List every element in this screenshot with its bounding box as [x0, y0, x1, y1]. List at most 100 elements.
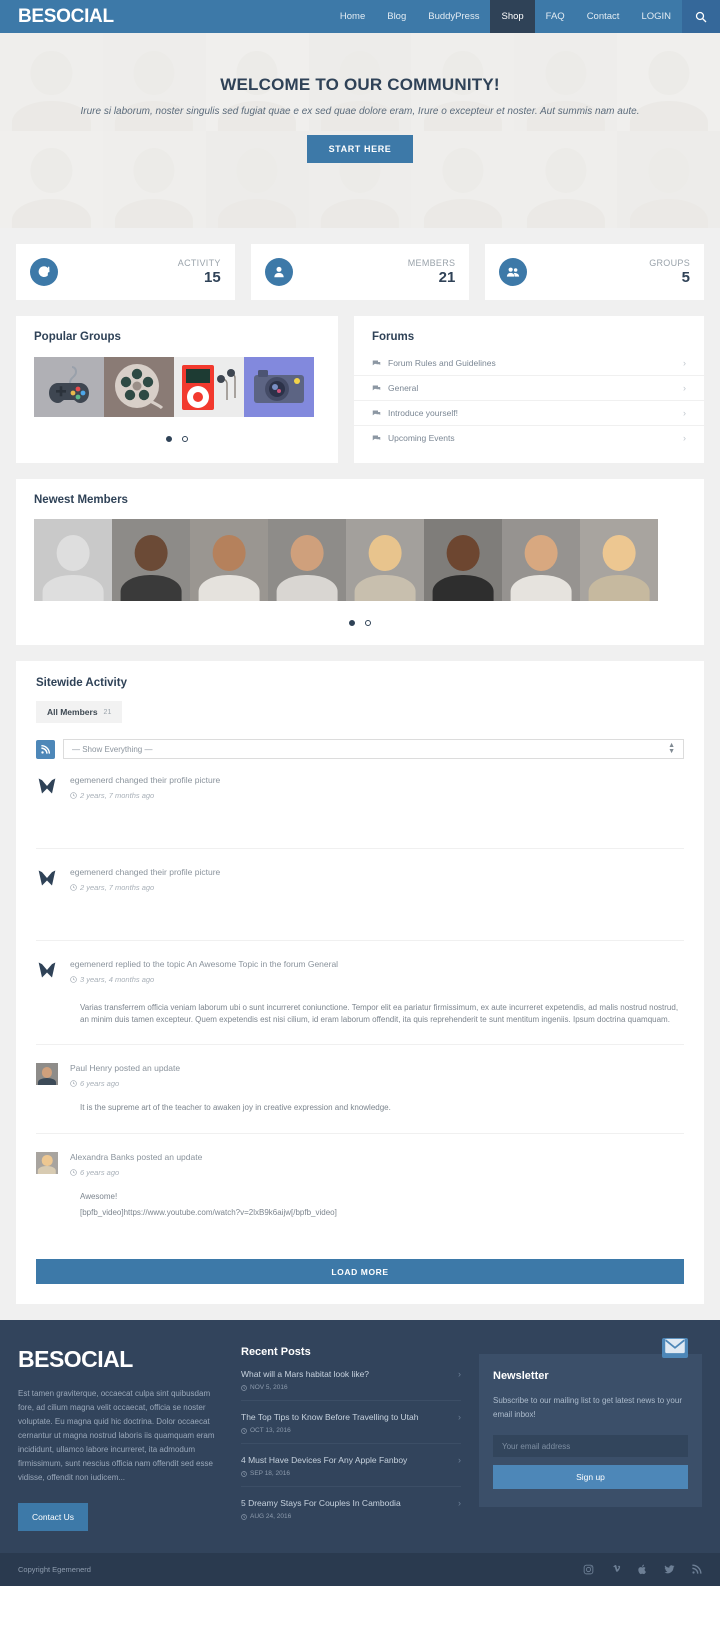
recent-post-date-text: SEP 18, 2016 — [250, 1470, 290, 1478]
activity-timestamp: 2 years, 7 months ago — [70, 791, 684, 800]
carousel-dot-1[interactable] — [165, 436, 172, 442]
nav-item-blog[interactable]: Blog — [376, 0, 417, 33]
forum-item-events[interactable]: Upcoming Events › — [354, 426, 704, 450]
member-avatar-4[interactable] — [268, 519, 346, 601]
activity-timestamp: 6 years ago — [70, 1168, 684, 1177]
recent-post-date: OCT 13, 2016 — [241, 1427, 419, 1434]
activity-content: Awesome! — [80, 1191, 118, 1201]
recent-post-title: What will a Mars habitat look like? — [241, 1369, 370, 1380]
chevron-right-icon: › — [458, 1498, 461, 1509]
recent-post-date-text: NOV 5, 2016 — [250, 1384, 288, 1392]
activity-media-placeholder — [70, 800, 684, 830]
recent-post-item[interactable]: 4 Must Have Devices For Any Apple Fanboy… — [241, 1444, 461, 1488]
member-avatar-7[interactable] — [502, 519, 580, 601]
site-logo[interactable]: BESOCIAL — [18, 6, 114, 28]
stat-text-members: MEMBERS 21 — [408, 258, 456, 286]
activity-text: Alexandra Banks posted an update — [70, 1151, 203, 1162]
placeholder-avatar[interactable] — [34, 519, 112, 601]
activity-item: Alexandra Banks posted an update 6 years… — [36, 1132, 684, 1238]
site-footer: BESOCIAL Est tamen graviterque, occaecat… — [0, 1320, 720, 1554]
logo-avatar[interactable] — [36, 959, 58, 981]
recent-posts-title: Recent Posts — [241, 1346, 311, 1359]
activity-time-text: 3 years, 4 months ago — [80, 974, 155, 984]
stat-label-groups: GROUPS — [649, 258, 691, 268]
recent-post-title: The Top Tips to Know Before Travelling t… — [241, 1412, 419, 1423]
activity-title: Sitewide Activity — [36, 677, 127, 689]
nav-item-faq[interactable]: FAQ — [535, 0, 576, 33]
vimeo-icon[interactable] — [610, 1564, 621, 1575]
activity-content-embed: [bpfb_video]https://www.youtube.com/watc… — [80, 1208, 337, 1218]
paul-henry-avatar[interactable] — [36, 1063, 58, 1086]
envelope-icon — [662, 1338, 688, 1359]
recent-post-item[interactable]: 5 Dreamy Stays For Couples In Cambodia A… — [241, 1487, 461, 1529]
page-body: ACTIVITY 15 MEMBERS 21 GROUPS 5 Popular … — [0, 228, 720, 1305]
recent-post-date-text: OCT 13, 2016 — [250, 1427, 291, 1435]
member-avatar-8[interactable] — [580, 519, 658, 601]
apple-icon[interactable] — [637, 1564, 648, 1575]
carousel-dot-2[interactable] — [182, 436, 189, 442]
activity-filter-select[interactable]: — Show Everything — ▲ ▼ — [63, 739, 684, 759]
member-avatar-5[interactable] — [346, 519, 424, 601]
footer-newsletter-column: Newsletter Subscribe to our mailing list… — [479, 1338, 702, 1531]
search-icon[interactable] — [682, 0, 720, 33]
alexandra-banks-avatar[interactable] — [36, 1151, 58, 1174]
gamepad-thumbnail[interactable] — [34, 357, 104, 417]
clock-icon — [241, 1385, 247, 1391]
stat-card-activity[interactable]: ACTIVITY 15 — [16, 244, 235, 300]
activity-timestamp: 6 years ago — [70, 1079, 684, 1088]
chevron-right-icon: › — [683, 408, 686, 418]
nav-item-contact[interactable]: Contact — [576, 0, 631, 33]
recent-post-item[interactable]: The Top Tips to Know Before Travelling t… — [241, 1401, 461, 1445]
recent-post-date-text: AUG 24, 2016 — [250, 1513, 292, 1521]
popular-groups-list — [34, 357, 320, 417]
contact-us-button[interactable]: Contact Us — [18, 1503, 89, 1532]
recent-post-date: NOV 5, 2016 — [241, 1384, 369, 1391]
member-avatar-6[interactable] — [424, 519, 502, 601]
tab-all-members[interactable]: All Members 21 — [36, 701, 123, 723]
instagram-icon[interactable] — [583, 1564, 594, 1575]
newsletter-signup-button[interactable]: Sign up — [493, 1465, 688, 1490]
footer-about-text: Est tamen graviterque, occaecat culpa si… — [18, 1389, 215, 1483]
forum-item-general[interactable]: General › — [354, 376, 704, 401]
filter-selected-value: — Show Everything — — [72, 744, 153, 754]
rss-icon[interactable] — [691, 1564, 702, 1575]
activity-header: Sitewide Activity All Members 21 — [16, 661, 704, 723]
forum-item-introduce[interactable]: Introduce yourself! › — [354, 401, 704, 426]
nav-item-buddypress[interactable]: BuddyPress — [417, 0, 490, 33]
activity-body: Paul Henry posted an update 6 years ago … — [70, 1063, 684, 1114]
rss-icon[interactable] — [36, 739, 55, 759]
members-dot-2[interactable] — [365, 620, 372, 626]
newest-members-title: Newest Members — [34, 494, 128, 506]
forum-item-rules[interactable]: Forum Rules and Guidelines › — [354, 351, 704, 376]
recent-post-title: 5 Dreamy Stays For Couples In Cambodia — [241, 1498, 401, 1509]
start-here-button[interactable]: START HERE — [306, 135, 414, 163]
stat-card-groups[interactable]: GROUPS 5 — [485, 244, 705, 300]
camera-thumbnail[interactable] — [244, 357, 314, 417]
stat-card-members[interactable]: MEMBERS 21 — [250, 244, 470, 300]
popular-groups-card: Popular Groups — [16, 316, 338, 463]
nav-item-shop[interactable]: Shop — [490, 0, 535, 33]
activity-body: egemenerd changed their profile picture … — [70, 867, 684, 922]
newsletter-title: Newsletter — [493, 1370, 549, 1383]
recent-post-item[interactable]: What will a Mars habitat look like? NOV … — [241, 1358, 461, 1402]
ipod-thumbnail[interactable] — [174, 357, 244, 417]
activity-item: egemenerd changed their profile picture … — [36, 847, 684, 940]
site-header: BESOCIAL Home Blog BuddyPress Shop FAQ C… — [0, 0, 720, 33]
newsletter-email-input[interactable]: Your email address — [493, 1435, 688, 1458]
twitter-icon[interactable] — [664, 1564, 675, 1575]
nav-item-home[interactable]: Home — [329, 0, 376, 33]
members-dot-1[interactable] — [348, 620, 355, 626]
logo-avatar[interactable] — [36, 775, 58, 797]
load-more-button[interactable]: LOAD MORE — [36, 1259, 684, 1285]
users-icon — [499, 258, 528, 286]
activity-time-text: 6 years ago — [80, 1079, 120, 1089]
sitewide-activity-card: Sitewide Activity All Members 21 — Show … — [16, 661, 704, 1305]
logo-avatar[interactable] — [36, 867, 58, 889]
chevron-right-icon: › — [458, 1412, 461, 1423]
film-reel-thumbnail[interactable] — [104, 357, 174, 417]
member-avatar-3[interactable] — [190, 519, 268, 601]
member-avatar-2[interactable] — [112, 519, 190, 601]
nav-item-login[interactable]: LOGIN — [630, 0, 682, 33]
stat-text-groups: GROUPS 5 — [649, 258, 690, 286]
hero-banner: WELCOME TO OUR COMMUNITY! Irure si labor… — [0, 33, 720, 228]
